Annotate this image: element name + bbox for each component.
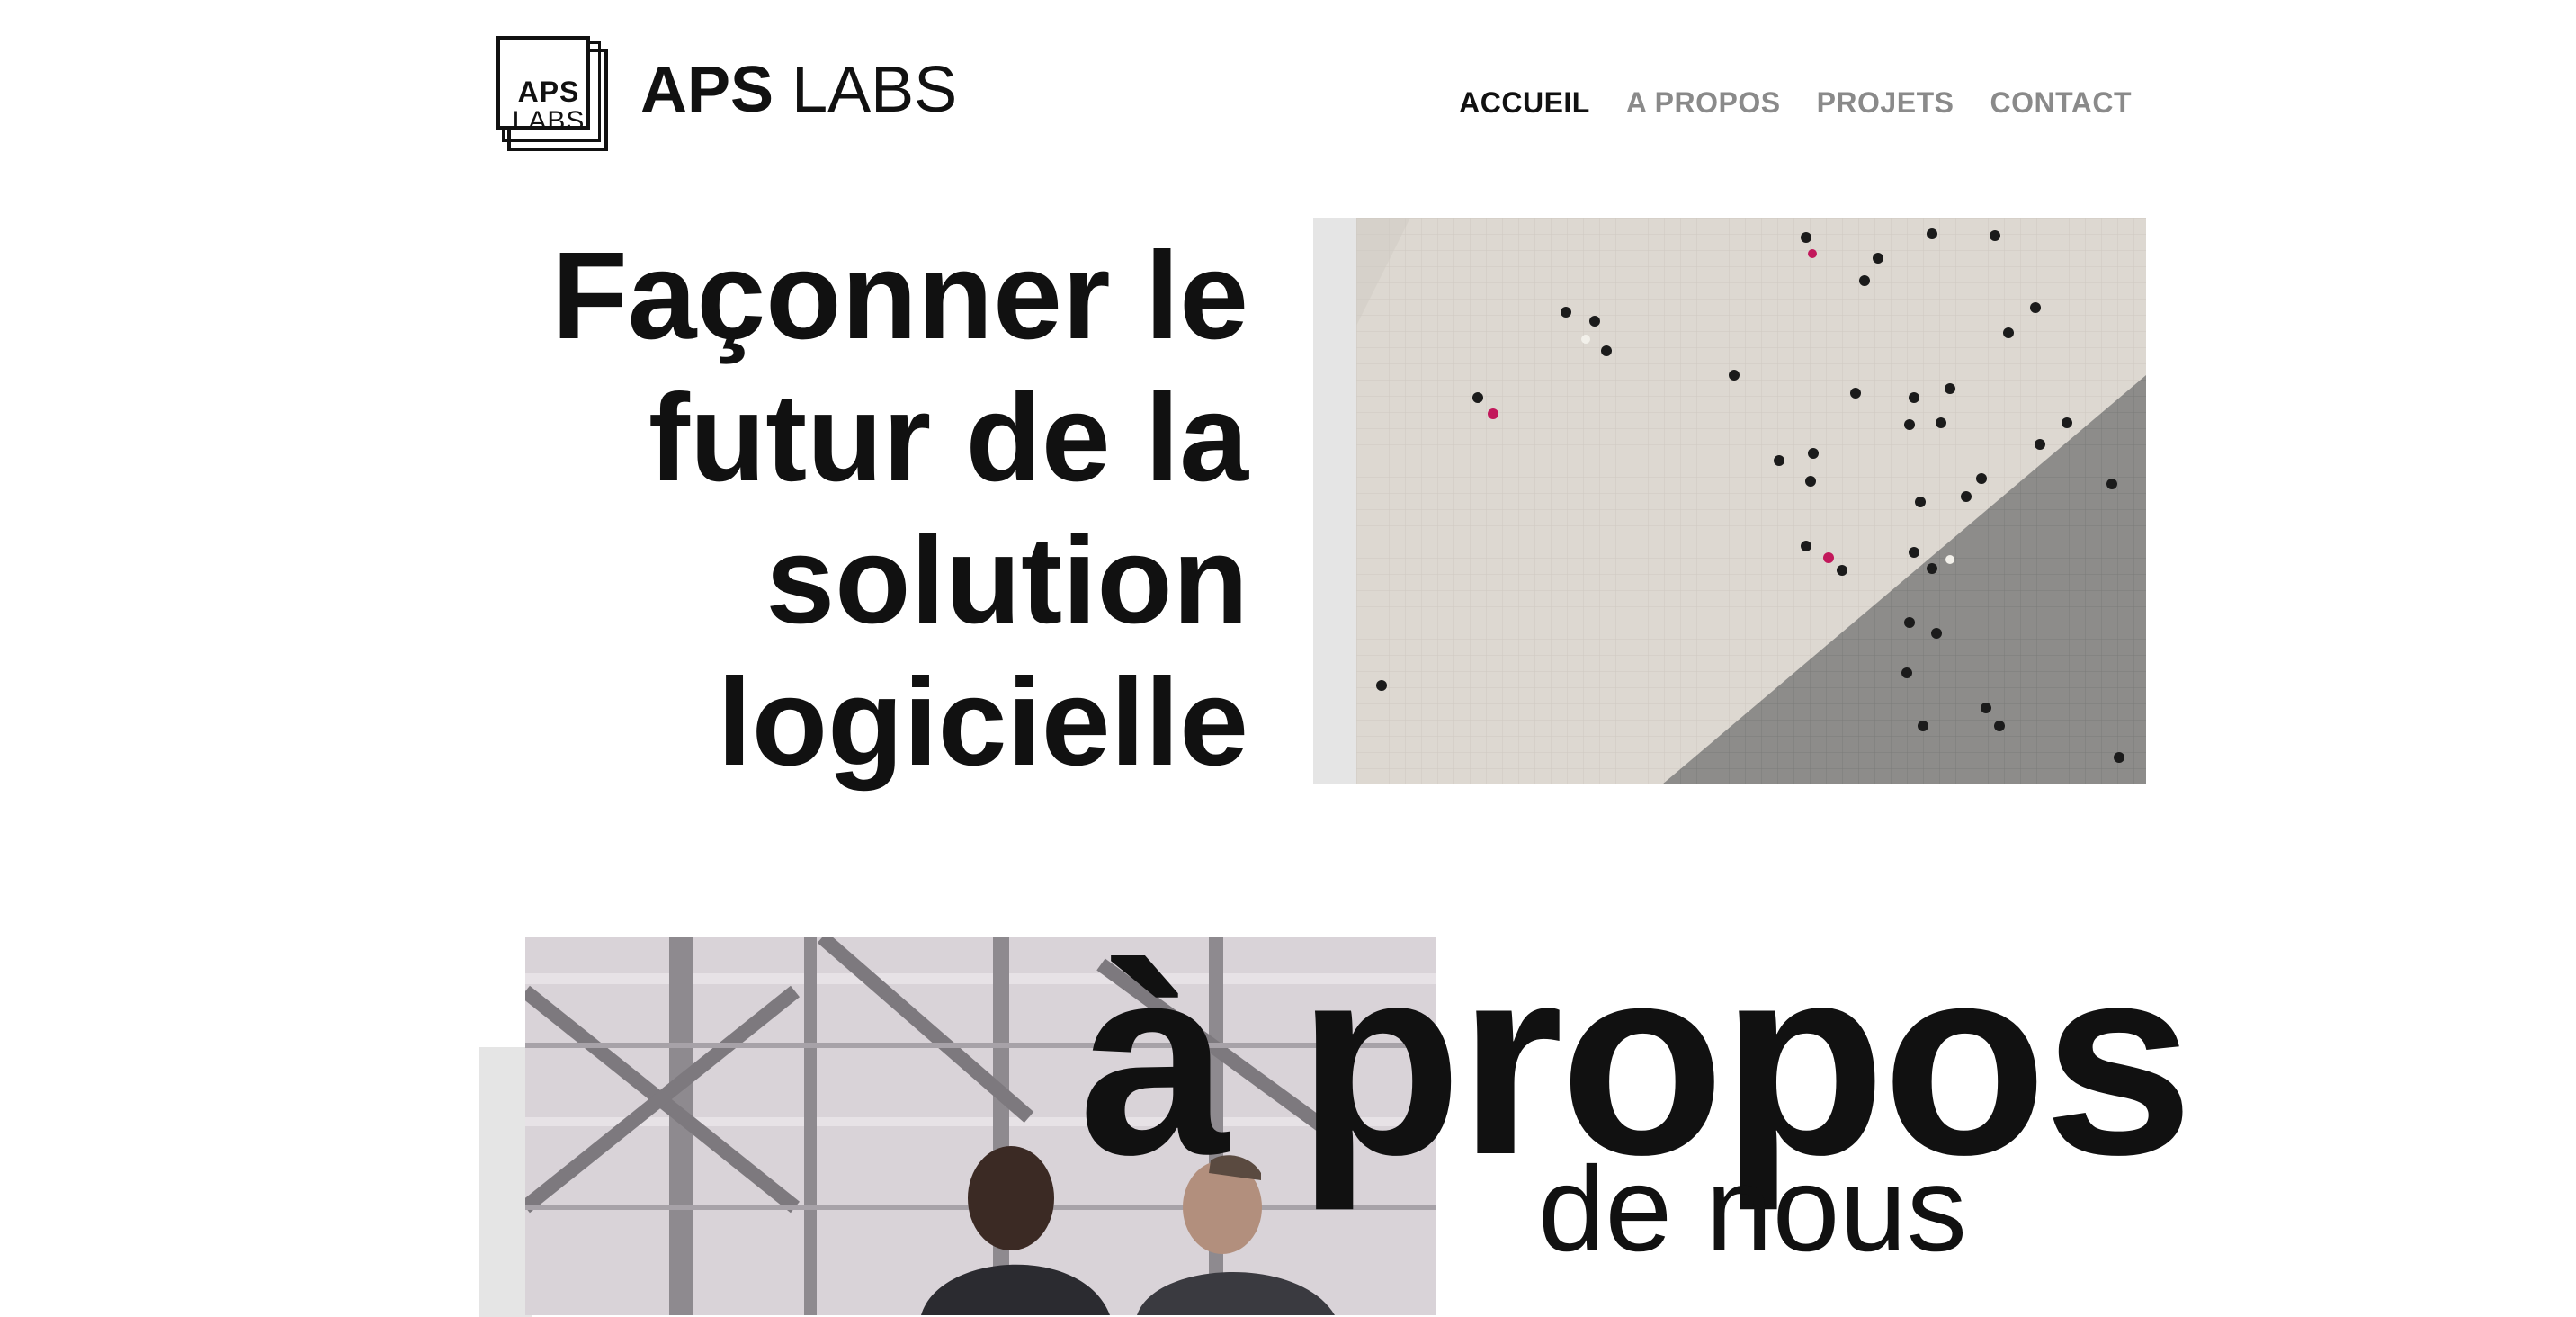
hero-image-crowd-aerial (1356, 218, 2146, 784)
hero-heading-line: futur de la (648, 369, 1248, 507)
logo-mark-bottom-text: LABS (512, 106, 586, 136)
hero-heading-line: solution (765, 511, 1248, 650)
nav-link-projets[interactable]: PROJETS (1817, 86, 1954, 120)
brand-name-light: LABS (792, 54, 958, 126)
nav-link-a-propos[interactable]: A PROPOS (1626, 86, 1781, 120)
logo-home-link[interactable]: APS LABS APS LABS (496, 36, 957, 157)
logo-mark-top-text: APS (517, 76, 580, 108)
about-accent-block (479, 1047, 532, 1317)
nav-link-accueil[interactable]: ACCUEIL (1459, 86, 1590, 120)
crowd-aerial-illustration (1356, 218, 2146, 784)
main-navigation: ACCUEIL A PROPOS PROJETS CONTACT (1459, 86, 2132, 120)
hero-heading-line: Façonner le (551, 227, 1248, 365)
brand-name: APS LABS (640, 58, 957, 122)
brand-name-strong: APS (640, 54, 774, 126)
nav-link-contact[interactable]: CONTACT (1990, 86, 2132, 120)
hero-heading-line: logicielle (717, 653, 1248, 792)
about-subtitle: de nous (1538, 1142, 1967, 1277)
hero-heading: Façonner le futur de la solution logicie… (504, 225, 1248, 793)
